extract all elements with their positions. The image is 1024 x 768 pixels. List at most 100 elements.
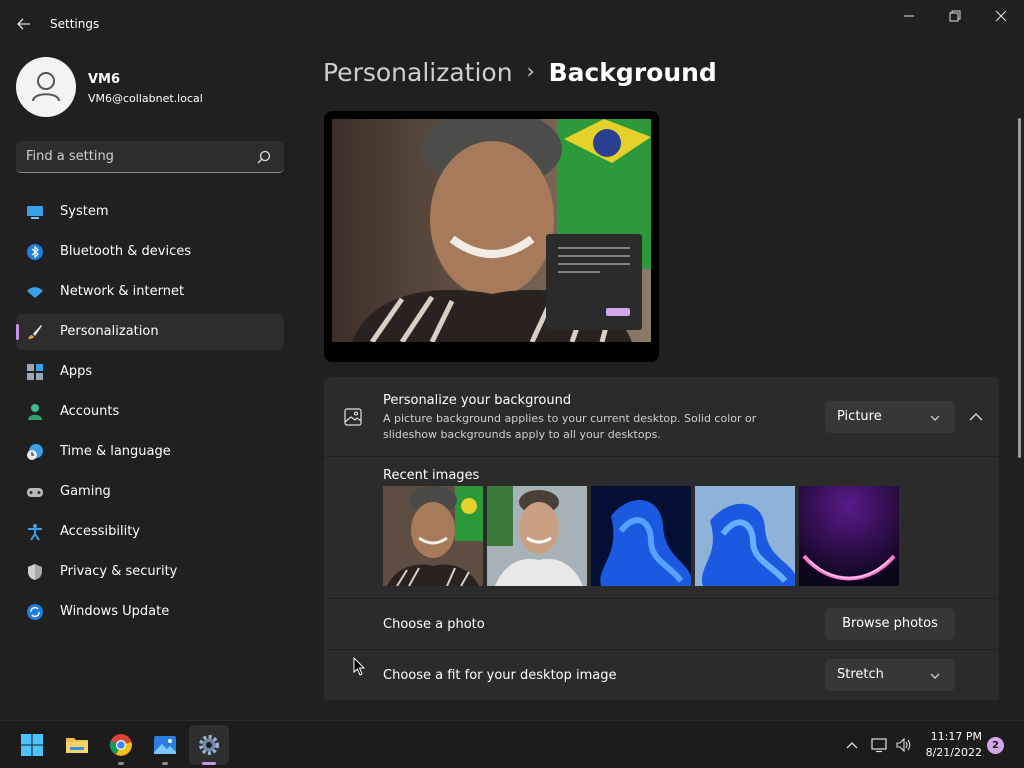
- search-icon[interactable]: [256, 149, 272, 165]
- photos-button[interactable]: [145, 725, 185, 765]
- clock-time[interactable]: 11:17 PM: [920, 730, 982, 743]
- file-explorer-button[interactable]: [57, 725, 97, 765]
- recent-images-card: Recent images: [324, 457, 999, 598]
- running-indicator: [162, 762, 168, 765]
- sidebar-item-network[interactable]: Network & internet: [16, 274, 284, 310]
- sidebar-item-apps[interactable]: Apps: [16, 354, 284, 390]
- picture-icon: [344, 408, 362, 426]
- gear-icon: [199, 735, 219, 755]
- choose-photo-label: Choose a photo: [383, 617, 485, 632]
- background-type-value: Picture: [837, 409, 882, 424]
- sidebar-item-label: Network & internet: [60, 284, 185, 299]
- sidebar-item-label: Gaming: [60, 484, 111, 499]
- sidebar-item-label: System: [60, 204, 109, 219]
- sidebar-item-label: Personalization: [60, 324, 159, 339]
- recent-image-thumbnail[interactable]: [591, 486, 691, 586]
- sidebar-item-bluetooth[interactable]: Bluetooth & devices: [16, 234, 284, 270]
- chevron-up-icon: [969, 413, 983, 421]
- fit-dropdown[interactable]: Stretch: [825, 659, 955, 691]
- paintbrush-icon: [28, 325, 42, 339]
- monitor-icon: [27, 206, 43, 219]
- mouse-cursor-icon: [353, 657, 366, 676]
- sidebar-item-label: Accounts: [60, 404, 120, 419]
- sidebar-item-privacy[interactable]: Privacy & security: [16, 554, 284, 590]
- preview-sample-window: [546, 234, 642, 330]
- shield-icon: [28, 564, 42, 580]
- accessibility-icon: [28, 524, 42, 541]
- minimize-icon: [904, 15, 914, 17]
- sidebar-item-label: Windows Update: [60, 604, 170, 619]
- notification-badge[interactable]: 2: [987, 737, 1004, 754]
- back-arrow-icon: [17, 18, 30, 30]
- wifi-icon: [27, 287, 43, 298]
- sidebar-item-windows-update[interactable]: Windows Update: [16, 594, 284, 630]
- sidebar-item-gaming[interactable]: Gaming: [16, 474, 284, 510]
- fit-value: Stretch: [837, 667, 884, 682]
- running-indicator: [118, 762, 124, 765]
- recent-image-thumbnail[interactable]: [383, 486, 483, 586]
- sidebar-item-time-language[interactable]: Time & language: [16, 434, 284, 470]
- sidebar-item-personalization[interactable]: Personalization: [16, 314, 284, 350]
- sidebar-item-accessibility[interactable]: Accessibility: [16, 514, 284, 550]
- running-indicator: [202, 762, 216, 765]
- update-icon: [27, 604, 43, 620]
- photos-icon: [154, 736, 176, 754]
- clock-globe-icon: [27, 444, 43, 460]
- sidebar-item-system[interactable]: System: [16, 194, 284, 230]
- chrome-button[interactable]: [101, 725, 141, 765]
- breadcrumb-parent[interactable]: Personalization: [323, 58, 513, 87]
- restore-icon: [949, 10, 961, 22]
- sidebar-item-accounts[interactable]: Accounts: [16, 394, 284, 430]
- sidebar-item-label: Accessibility: [60, 524, 140, 539]
- search-box[interactable]: [16, 141, 284, 173]
- gamepad-icon: [27, 488, 43, 497]
- choose-fit-row: Choose a fit for your desktop image Stre…: [324, 650, 999, 700]
- background-description: A picture background applies to your cur…: [383, 412, 757, 441]
- desktop-preview: [324, 111, 659, 362]
- close-button[interactable]: [978, 4, 1024, 32]
- browse-photos-button[interactable]: Browse photos: [825, 608, 955, 640]
- chevron-down-icon: [930, 415, 940, 421]
- clock-date[interactable]: 8/21/2022: [920, 746, 982, 759]
- user-name: VM6: [88, 72, 121, 87]
- network-icon[interactable]: [870, 737, 888, 753]
- active-indicator: [16, 324, 19, 340]
- sidebar-item-label: Bluetooth & devices: [60, 244, 191, 259]
- back-button[interactable]: [10, 12, 38, 36]
- start-button[interactable]: [12, 725, 52, 765]
- search-input[interactable]: [16, 141, 251, 172]
- app-title: Settings: [50, 17, 100, 31]
- chevron-down-icon: [930, 673, 940, 679]
- choose-fit-label: Choose a fit for your desktop image: [383, 668, 617, 683]
- person-icon: [28, 404, 42, 420]
- recent-image-thumbnail[interactable]: [695, 486, 795, 586]
- avatar: [16, 57, 76, 117]
- volume-icon[interactable]: [895, 737, 913, 753]
- restore-button[interactable]: [932, 4, 978, 32]
- chrome-icon: [109, 734, 132, 756]
- background-type-dropdown[interactable]: Picture: [825, 401, 955, 433]
- folder-icon: [66, 738, 88, 753]
- windows-logo-icon: [21, 734, 43, 756]
- recent-images-label: Recent images: [383, 468, 480, 483]
- breadcrumb: Personalization › Background: [323, 58, 717, 87]
- scrollbar[interactable]: [1018, 118, 1021, 458]
- minimize-button[interactable]: [886, 4, 932, 32]
- close-icon: [995, 10, 1007, 22]
- recent-image-thumbnail[interactable]: [799, 486, 899, 586]
- sidebar-item-label: Privacy & security: [60, 564, 178, 579]
- title-bar: Settings: [0, 0, 1024, 48]
- sidebar-nav: System Bluetooth & devices Network & int…: [16, 194, 284, 634]
- recent-image-thumbnail[interactable]: [487, 486, 587, 586]
- collapse-button[interactable]: [962, 401, 990, 433]
- breadcrumb-separator: ›: [526, 59, 535, 83]
- choose-photo-row: Choose a photo Browse photos: [324, 599, 999, 649]
- chevron-up-icon[interactable]: [843, 737, 861, 753]
- sidebar-item-label: Time & language: [60, 444, 171, 459]
- sidebar-item-label: Apps: [60, 364, 93, 379]
- background-type-card: Personalize your background A picture ba…: [324, 377, 999, 456]
- apps-icon: [27, 364, 43, 380]
- background-title: Personalize your background: [383, 393, 572, 408]
- page-title: Background: [548, 58, 717, 87]
- settings-taskbar-button[interactable]: [189, 725, 229, 765]
